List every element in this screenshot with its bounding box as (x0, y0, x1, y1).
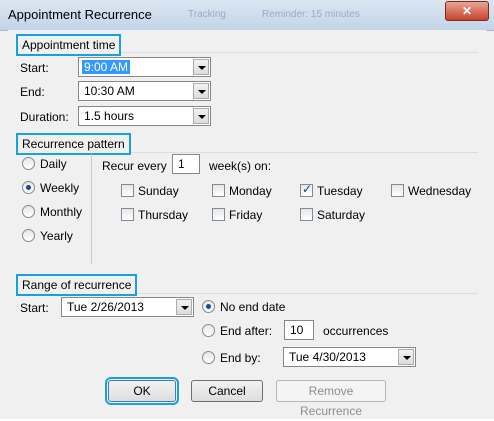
pattern-monthly-radio[interactable] (22, 205, 35, 218)
end-by-value: Tue 4/30/2013 (289, 350, 366, 364)
day-friday-label[interactable]: Friday (229, 208, 262, 222)
appointment-time-heading: Appointment time (16, 34, 122, 56)
day-wednesday-checkbox[interactable] (391, 184, 404, 197)
recur-every-input[interactable]: 1 (172, 154, 200, 174)
day-thursday-label[interactable]: Thursday (138, 208, 188, 222)
chevron-down-icon[interactable] (398, 349, 414, 365)
close-button[interactable]: ✕ (445, 1, 489, 21)
chevron-down-icon[interactable] (176, 299, 192, 315)
dialog-window: Appointment Recurrence Tracking Reminder… (0, 0, 494, 419)
background-text: Reminder: 15 minutes (262, 9, 360, 20)
day-wednesday-label[interactable]: Wednesday (408, 184, 471, 198)
day-sunday-label[interactable]: Sunday (138, 184, 179, 198)
pattern-monthly-label[interactable]: Monthly (40, 205, 82, 219)
day-tuesday-label[interactable]: Tuesday (317, 184, 363, 198)
close-icon: ✕ (461, 4, 473, 18)
end-time-combo[interactable]: 10:30 AM (78, 81, 211, 101)
range-start-combo[interactable]: Tue 2/26/2013 (61, 297, 194, 317)
duration-label: Duration: (20, 110, 69, 124)
pattern-weekly-label[interactable]: Weekly (40, 181, 79, 195)
start-time-value: 9:00 AM (82, 60, 131, 74)
day-sunday-checkbox[interactable] (121, 184, 134, 197)
pattern-daily-radio[interactable] (22, 157, 35, 170)
title-bar[interactable]: Appointment Recurrence Tracking Reminder… (0, 0, 494, 31)
start-time-label: Start: (20, 61, 49, 75)
duration-value: 1.5 hours (84, 109, 135, 123)
end-time-value: 10:30 AM (84, 84, 135, 98)
pattern-separator (91, 154, 92, 264)
background-text: Tracking (188, 9, 226, 20)
end-by-radio[interactable] (202, 351, 215, 364)
day-saturday-checkbox[interactable] (300, 208, 313, 221)
range-start-label: Start: (20, 301, 49, 315)
remove-recurrence-button[interactable]: Remove Recurrence (276, 380, 386, 418)
start-time-combo[interactable]: 9:00 AM (78, 57, 211, 77)
end-after-label[interactable]: End after: (220, 324, 272, 338)
window-title: Appointment Recurrence (8, 7, 152, 22)
ok-button[interactable]: OK (105, 377, 179, 405)
dialog-content: Appointment time Start: 9:00 AM End: 10:… (8, 30, 486, 418)
pattern-daily-label[interactable]: Daily (40, 157, 67, 171)
pattern-yearly-radio[interactable] (22, 229, 35, 242)
day-thursday-checkbox[interactable] (121, 208, 134, 221)
end-by-label[interactable]: End by: (220, 351, 261, 365)
duration-combo[interactable]: 1.5 hours (78, 106, 211, 126)
end-by-combo[interactable]: Tue 4/30/2013 (283, 347, 416, 367)
day-tuesday-checkbox[interactable] (300, 182, 313, 197)
end-after-input[interactable]: 10 (284, 320, 314, 340)
cancel-button[interactable]: Cancel (191, 380, 263, 402)
pattern-yearly-label[interactable]: Yearly (40, 229, 73, 243)
occurrences-label: occurrences (323, 324, 389, 338)
chevron-down-icon[interactable] (193, 83, 209, 99)
day-monday-label[interactable]: Monday (229, 184, 272, 198)
recur-every-label: Recur every (102, 159, 167, 173)
recurrence-pattern-heading: Recurrence pattern (16, 133, 131, 155)
day-friday-checkbox[interactable] (212, 208, 225, 221)
pattern-weekly-radio[interactable] (22, 181, 35, 194)
no-end-date-label[interactable]: No end date (220, 300, 285, 314)
day-monday-checkbox[interactable] (212, 184, 225, 197)
weeks-on-label: week(s) on: (209, 159, 272, 173)
end-after-radio[interactable] (202, 324, 215, 337)
chevron-down-icon[interactable] (193, 59, 209, 75)
chevron-down-icon[interactable] (193, 108, 209, 124)
end-time-label: End: (20, 85, 45, 99)
day-saturday-label[interactable]: Saturday (317, 208, 365, 222)
range-start-value: Tue 2/26/2013 (67, 300, 144, 314)
range-heading: Range of recurrence (16, 274, 138, 296)
no-end-date-radio[interactable] (202, 300, 215, 313)
